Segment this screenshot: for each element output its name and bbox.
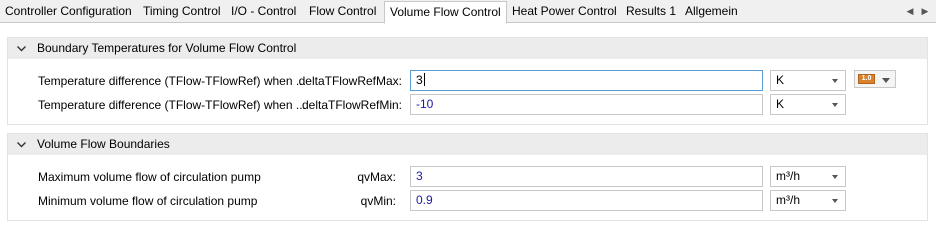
text-caret (423, 73, 425, 86)
qvMax-input[interactable]: 3 (410, 166, 763, 187)
tab-io-control[interactable]: I/O - Control (226, 0, 301, 23)
chevron-down-icon[interactable] (16, 43, 27, 54)
tab-controller-configuration[interactable]: Controller Configuration (0, 0, 137, 23)
row-label: Temperature difference (TFlow-TFlowRef) … (38, 74, 306, 88)
row-label: Maximum volume flow of circulation pump (38, 170, 261, 184)
dropdown-arrow-icon (832, 79, 838, 83)
value-type-button[interactable]: 1.0 (854, 70, 896, 88)
dropdown-arrow-icon (832, 175, 838, 179)
tab-heat-power-control[interactable]: Heat Power Control (507, 0, 622, 23)
tab-results-1[interactable]: Results 1 (621, 0, 681, 23)
row-label: Minimum volume flow of circulation pump (38, 194, 258, 208)
param-name: deltaTFlowRefMax: (298, 74, 402, 88)
section-header[interactable]: Boundary Temperatures for Volume Flow Co… (8, 38, 927, 59)
tab-timing-control[interactable]: Timing Control (138, 0, 226, 23)
tab-volume-flow-control[interactable]: Volume Flow Control (384, 1, 507, 24)
dropdown-arrow-icon (882, 78, 890, 83)
tab-flow-control[interactable]: Flow Control (304, 0, 381, 23)
param-name: qvMin: (360, 194, 396, 208)
dropdown-arrow-icon (832, 103, 838, 107)
param-name: qvMax: (357, 170, 396, 184)
qvMin-input[interactable]: 0.9 (410, 190, 763, 211)
dropdown-arrow-icon (832, 199, 838, 203)
scroll-right-icon[interactable]: ▶ (920, 5, 930, 17)
tab-bar: Controller Configuration Timing Control … (0, 0, 936, 24)
tab-allgemein[interactable]: Allgemein (680, 0, 743, 23)
row-label: Temperature difference (TFlow-TFlowRef) … (38, 98, 306, 112)
unit-select[interactable]: K (770, 70, 846, 91)
chevron-down-icon[interactable] (16, 139, 27, 150)
value-type-icon: 1.0 (858, 74, 875, 84)
section-title: Volume Flow Boundaries (37, 137, 170, 151)
unit-select[interactable]: m³/h (770, 166, 846, 187)
section-header[interactable]: Volume Flow Boundaries (8, 134, 927, 155)
section-title: Boundary Temperatures for Volume Flow Co… (37, 41, 297, 55)
deltaTFlowRefMin-input[interactable]: -10 (410, 94, 763, 115)
unit-select[interactable]: K (770, 94, 846, 115)
scroll-left-icon[interactable]: ◀ (905, 5, 915, 17)
unit-select[interactable]: m³/h (770, 190, 846, 211)
deltaTFlowRefMax-input[interactable]: 3 (410, 70, 763, 91)
param-name: deltaTFlowRefMin: (301, 98, 402, 112)
